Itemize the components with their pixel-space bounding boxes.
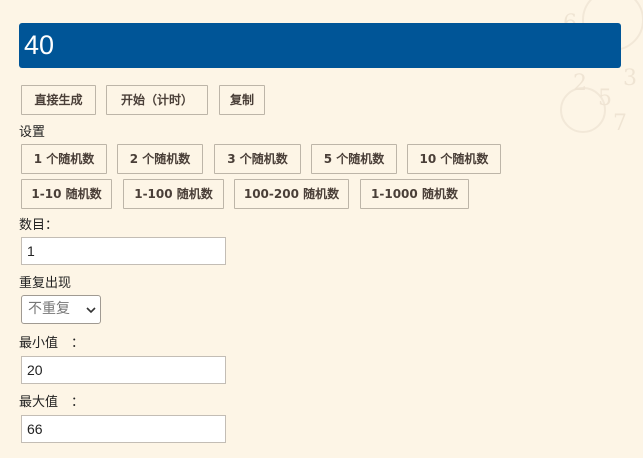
generate-button[interactable]: 直接生成 xyxy=(21,85,96,115)
repeat-label: 重复出现 xyxy=(19,276,72,291)
max-label: 最大值 ： xyxy=(19,395,85,410)
preset-5-random[interactable]: 5 个随机数 xyxy=(311,144,397,174)
count-label: 数目： xyxy=(19,218,59,233)
repeat-select[interactable]: 不重复 xyxy=(21,295,101,324)
start-timer-button[interactable]: 开始（计时） xyxy=(106,85,208,115)
svg-text:5: 5 xyxy=(598,86,612,111)
preset-10-random[interactable]: 10 个随机数 xyxy=(407,144,501,174)
preset-range-1-100[interactable]: 1-100 随机数 xyxy=(123,179,224,209)
min-input[interactable]: 20 xyxy=(21,356,226,384)
preset-range-1-1000[interactable]: 1-1000 随机数 xyxy=(360,179,469,209)
chevron-down-icon xyxy=(86,307,96,314)
svg-text:7: 7 xyxy=(613,111,627,136)
svg-text:2: 2 xyxy=(573,71,587,96)
min-label: 最小值 ： xyxy=(19,336,85,351)
preset-range-100-200[interactable]: 100-200 随机数 xyxy=(234,179,349,209)
copy-button[interactable]: 复制 xyxy=(219,85,265,115)
settings-title: 设置 xyxy=(19,125,46,140)
result-display: 40 xyxy=(19,23,621,68)
preset-2-random[interactable]: 2 个随机数 xyxy=(117,144,203,174)
preset-3-random[interactable]: 3 个随机数 xyxy=(214,144,301,174)
count-input[interactable]: 1 xyxy=(21,237,226,265)
max-input[interactable]: 66 xyxy=(21,415,226,443)
preset-range-1-10[interactable]: 1-10 随机数 xyxy=(21,179,112,209)
preset-1-random[interactable]: 1 个随机数 xyxy=(21,144,107,174)
repeat-select-value: 不重复 xyxy=(28,301,70,317)
svg-text:3: 3 xyxy=(623,66,637,91)
